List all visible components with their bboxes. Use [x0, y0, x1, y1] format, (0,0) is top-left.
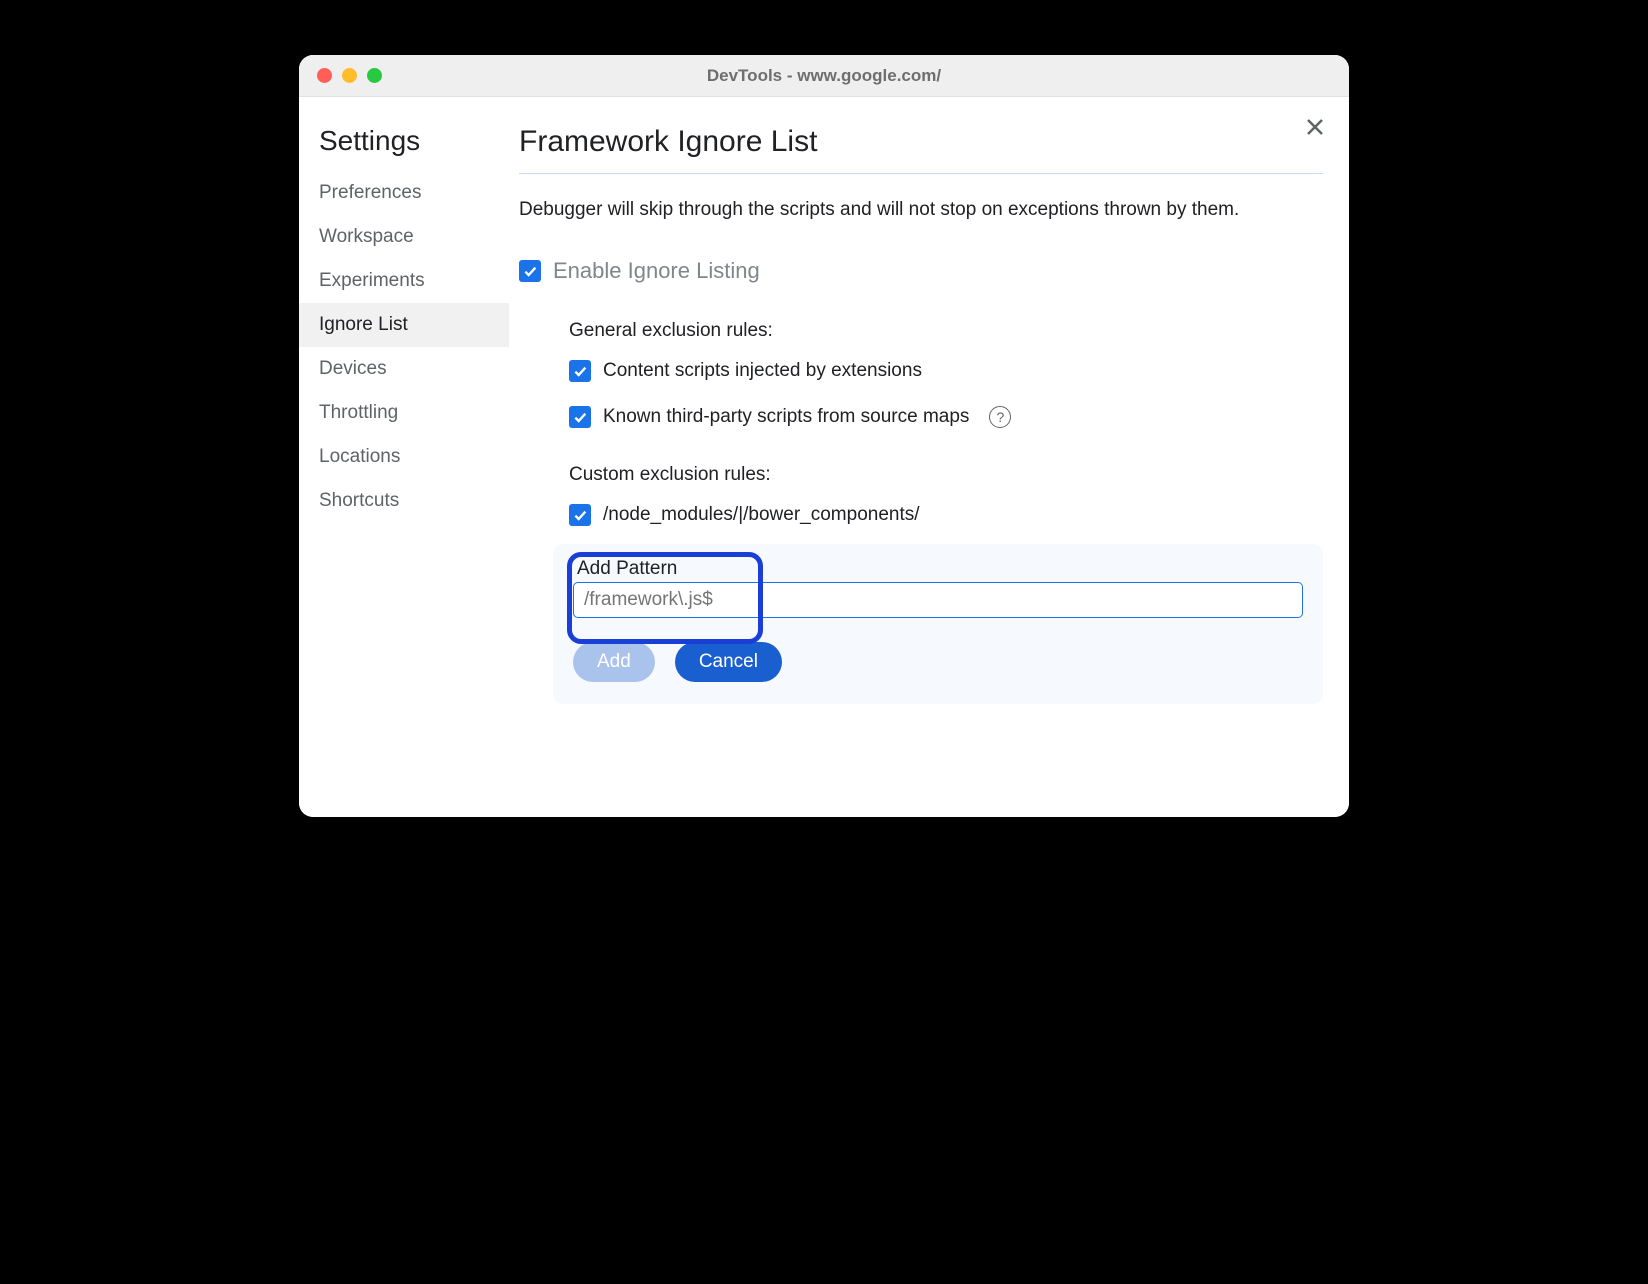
sidebar-item-locations[interactable]: Locations	[299, 435, 509, 479]
section-description: Debugger will skip through the scripts a…	[519, 196, 1323, 224]
help-icon[interactable]: ?	[989, 406, 1011, 428]
enable-ignore-listing-label: Enable Ignore Listing	[553, 258, 760, 284]
sidebar-item-throttling[interactable]: Throttling	[299, 391, 509, 435]
section-title: Framework Ignore List	[519, 125, 1323, 174]
add-button[interactable]: Add	[573, 642, 655, 682]
traffic-lights	[299, 68, 382, 83]
custom-exclusion-label: Custom exclusion rules:	[569, 464, 1323, 486]
node-bower-checkbox[interactable]	[569, 504, 591, 526]
button-row: Add Cancel	[573, 642, 1303, 682]
pattern-input[interactable]	[573, 582, 1303, 618]
titlebar: DevTools - www.google.com/	[299, 55, 1349, 97]
node-bower-row: /node_modules/|/bower_components/	[569, 504, 1323, 526]
content-scripts-label: Content scripts injected by extensions	[603, 360, 922, 382]
window-title: DevTools - www.google.com/	[299, 66, 1349, 86]
window-maximize-button[interactable]	[367, 68, 382, 83]
third-party-checkbox[interactable]	[569, 406, 591, 428]
settings-sidebar: Settings Preferences Workspace Experimen…	[299, 97, 509, 817]
sidebar-item-workspace[interactable]: Workspace	[299, 215, 509, 259]
content-scripts-row: Content scripts injected by extensions	[569, 360, 1323, 382]
devtools-settings-window: DevTools - www.google.com/ Settings Pref…	[299, 55, 1349, 817]
node-bower-label: /node_modules/|/bower_components/	[603, 504, 920, 526]
content-area: Settings Preferences Workspace Experimen…	[299, 97, 1349, 817]
add-pattern-label: Add Pattern	[573, 552, 1303, 580]
close-icon[interactable]	[1303, 115, 1327, 139]
enable-ignore-listing-row: Enable Ignore Listing	[519, 258, 1323, 284]
window-minimize-button[interactable]	[342, 68, 357, 83]
third-party-label: Known third-party scripts from source ma…	[603, 406, 969, 428]
sidebar-title: Settings	[299, 125, 509, 171]
sidebar-item-devices[interactable]: Devices	[299, 347, 509, 391]
content-scripts-checkbox[interactable]	[569, 360, 591, 382]
add-pattern-panel: Add Pattern Add Cancel	[553, 544, 1323, 704]
sidebar-item-experiments[interactable]: Experiments	[299, 259, 509, 303]
sidebar-item-shortcuts[interactable]: Shortcuts	[299, 479, 509, 523]
window-close-button[interactable]	[317, 68, 332, 83]
general-exclusion-label: General exclusion rules:	[569, 320, 1323, 342]
sidebar-item-preferences[interactable]: Preferences	[299, 171, 509, 215]
sidebar-item-ignore-list[interactable]: Ignore List	[299, 303, 509, 347]
enable-ignore-listing-checkbox[interactable]	[519, 260, 541, 282]
main-panel: Framework Ignore List Debugger will skip…	[509, 97, 1349, 817]
third-party-row: Known third-party scripts from source ma…	[569, 406, 1323, 428]
cancel-button[interactable]: Cancel	[675, 642, 782, 682]
